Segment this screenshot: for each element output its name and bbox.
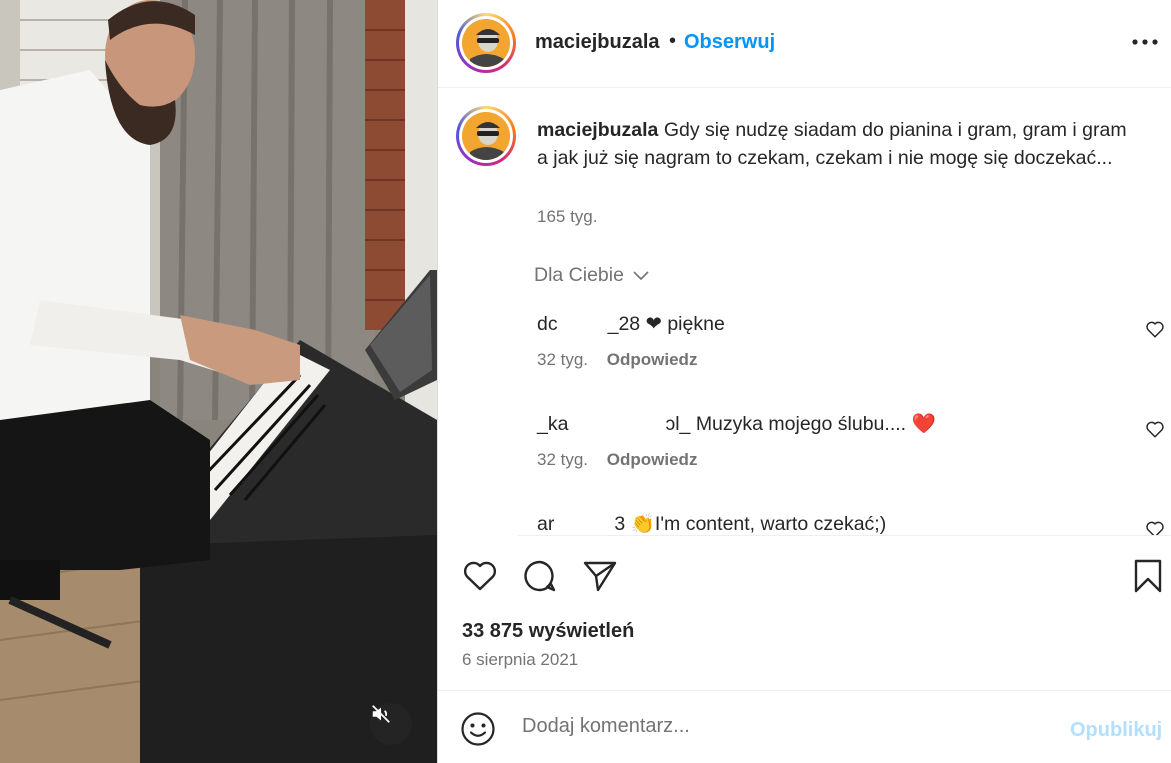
mute-button[interactable] <box>370 703 412 745</box>
comment-username-start[interactable]: _ka <box>537 413 568 435</box>
post-video[interactable] <box>0 0 437 763</box>
video-frame <box>0 0 437 763</box>
comments-section[interactable]: maciejbuzala Gdy się nudzę siadam do pia… <box>438 89 1171 535</box>
emoji-smiley-icon[interactable] <box>460 711 496 747</box>
reply-button[interactable]: Odpowiedz <box>607 350 698 369</box>
section-divider <box>518 535 1171 536</box>
add-comment-bar: Opublikuj <box>438 690 1171 763</box>
post-details-panel: maciejbuzala • Obserwuj maciejbuzala Gdy… <box>437 0 1171 763</box>
comment-username-start[interactable]: ar <box>537 513 554 535</box>
follow-button[interactable]: Obserwuj <box>684 31 775 54</box>
save-bookmark-icon[interactable] <box>1128 556 1168 596</box>
comment-text: ❤ piękne <box>645 313 725 335</box>
avatar-photo <box>462 19 510 67</box>
comment-item: ar 3 👏I'm content, warto czekać;) <box>537 512 1164 535</box>
chevron-down-icon <box>633 270 649 280</box>
like-heart-icon[interactable] <box>460 556 500 596</box>
caption-username[interactable]: maciejbuzala <box>537 119 658 141</box>
comment-item: _ka ɔl_ Muzyka mojego ślubu.... ❤️ 32 tyg… <box>537 412 1164 502</box>
post-caption: maciejbuzala Gdy się nudzę siadam do pia… <box>537 116 1137 172</box>
comment-text: Muzyka mojego ślubu.... ❤️ <box>695 413 936 435</box>
comment-username-start[interactable]: dc <box>537 313 558 335</box>
instagram-post-view: maciejbuzala • Obserwuj maciejbuzala Gdy… <box>0 0 1171 763</box>
caption-timestamp[interactable]: 165 tyg. <box>537 207 598 227</box>
share-paper-plane-icon[interactable] <box>580 556 620 596</box>
separator-dot: • <box>669 30 677 52</box>
comment-like-heart-icon[interactable] <box>1144 418 1166 440</box>
post-header: maciejbuzala • Obserwuj <box>438 0 1171 88</box>
author-username[interactable]: maciejbuzala <box>535 31 660 54</box>
comment-username-end[interactable]: 3 <box>614 513 625 535</box>
comment-username-end[interactable]: ɔl_ <box>665 413 690 435</box>
caption-author-avatar[interactable] <box>456 106 516 166</box>
comment-like-heart-icon[interactable] <box>1144 318 1166 340</box>
more-horizontal-icon[interactable] <box>1129 28 1161 56</box>
views-count: 33 875 wyświetleń <box>462 620 635 642</box>
reply-button[interactable]: Odpowiedz <box>607 450 698 469</box>
speaker-muted-icon <box>372 705 390 723</box>
comment-timestamp[interactable]: 32 tyg. <box>537 450 588 469</box>
comment-bubble-icon[interactable] <box>520 556 560 596</box>
comment-sort-dropdown[interactable]: Dla Ciebie <box>534 264 650 287</box>
publish-button[interactable]: Opublikuj <box>1070 719 1162 742</box>
comment-item: dc _28 ❤ piękne 32 tyg. Odpowiedz <box>537 312 1164 402</box>
author-avatar[interactable] <box>456 13 516 73</box>
comment-timestamp[interactable]: 32 tyg. <box>537 350 588 369</box>
add-comment-input[interactable] <box>522 715 1042 738</box>
post-actions-bar <box>438 550 1171 600</box>
avatar-photo <box>462 112 510 160</box>
comment-sort-label: Dla Ciebie <box>534 264 624 286</box>
comment-text: 👏I'm content, warto czekać;) <box>630 513 887 535</box>
post-date[interactable]: 6 sierpnia 2021 <box>462 650 578 670</box>
comment-username-end[interactable]: _28 <box>608 313 641 335</box>
comment-like-heart-icon[interactable] <box>1144 518 1166 535</box>
